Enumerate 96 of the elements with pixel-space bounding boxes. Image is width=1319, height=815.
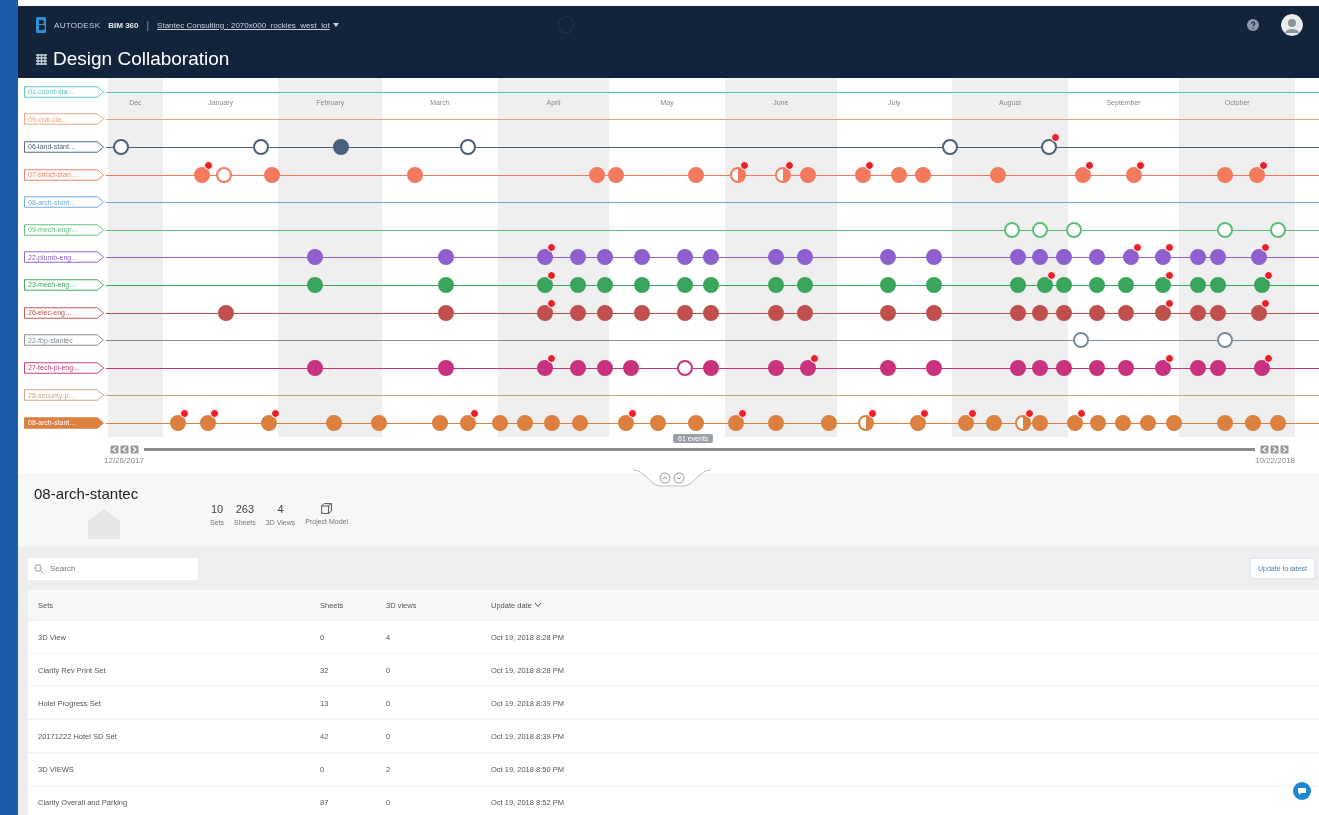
logo-icon — [36, 17, 46, 33]
range-slider-track[interactable] — [144, 448, 1255, 451]
event-dot[interactable] — [1073, 332, 1090, 349]
event-dot[interactable] — [1074, 166, 1091, 183]
event-dot[interactable] — [634, 304, 651, 321]
event-dot[interactable] — [676, 304, 693, 321]
event-dot[interactable] — [608, 166, 625, 183]
event-dot[interactable] — [676, 359, 693, 376]
event-dot[interactable] — [703, 249, 719, 266]
event-dot[interactable] — [1155, 359, 1172, 376]
event-dot[interactable] — [1125, 166, 1142, 183]
event-dot[interactable] — [1123, 249, 1140, 266]
separator: | — [146, 19, 150, 31]
end-date: 10/22/2018 — [1254, 456, 1295, 465]
event-dot[interactable] — [253, 139, 270, 155]
step-back-icon[interactable] — [119, 445, 129, 454]
event-dot[interactable] — [1155, 249, 1172, 266]
event-dot[interactable] — [217, 304, 234, 321]
event-dot[interactable] — [703, 276, 719, 293]
event-dot[interactable] — [438, 304, 455, 321]
event-dot[interactable] — [491, 414, 508, 431]
event-dot[interactable] — [199, 414, 216, 431]
event-dot[interactable] — [216, 166, 233, 183]
event-dot[interactable] — [703, 304, 719, 321]
step-forward-icon[interactable] — [1270, 445, 1280, 454]
event-dot[interactable] — [459, 414, 476, 431]
event-dot[interactable] — [915, 166, 932, 183]
event-dot[interactable] — [926, 276, 943, 293]
event-dot[interactable] — [617, 414, 634, 431]
event-dot[interactable] — [438, 359, 455, 376]
help-icon[interactable] — [1247, 19, 1259, 31]
event-dot[interactable] — [1066, 221, 1083, 238]
event-dot[interactable] — [263, 166, 280, 183]
event-dot[interactable] — [597, 249, 614, 266]
event-dot[interactable] — [676, 276, 693, 293]
event-dot[interactable] — [909, 414, 926, 431]
step-forward-icon[interactable] — [1280, 445, 1290, 454]
event-dot[interactable] — [941, 139, 958, 155]
event-dot[interactable] — [438, 249, 455, 266]
search-field[interactable]: Search — [28, 557, 198, 580]
event-dot[interactable] — [1118, 304, 1135, 321]
brand-name: AUTODESK — [54, 20, 101, 30]
event-dot[interactable] — [1088, 249, 1105, 266]
event-dot[interactable] — [926, 359, 943, 376]
event-dot[interactable] — [634, 249, 651, 266]
event-dot[interactable] — [1118, 276, 1135, 293]
caret-icon — [332, 23, 339, 27]
stat-value: 263 — [235, 503, 255, 515]
event-dot[interactable] — [1155, 276, 1172, 293]
event-dot[interactable] — [890, 166, 907, 183]
step-back-icon[interactable] — [109, 445, 119, 454]
event-dot[interactable] — [1165, 414, 1182, 431]
product-name: BIM 360 — [108, 20, 139, 30]
event-dot[interactable] — [687, 166, 704, 183]
event-dot[interactable] — [1155, 304, 1172, 321]
event-dot[interactable] — [170, 414, 187, 431]
event-dot[interactable] — [438, 276, 455, 293]
event-dot[interactable] — [634, 276, 651, 293]
event-dot[interactable] — [623, 359, 640, 376]
event-dot[interactable] — [879, 304, 896, 321]
event-dot[interactable] — [703, 359, 719, 376]
event-dot[interactable] — [879, 276, 896, 293]
event-dot[interactable] — [926, 249, 943, 266]
start-date: 12/26/2017 — [104, 456, 145, 465]
event-dot[interactable] — [1088, 276, 1105, 293]
event-dot[interactable] — [879, 249, 896, 266]
chat-icon[interactable] — [1293, 782, 1311, 800]
search-icon — [34, 563, 44, 574]
event-dot[interactable] — [432, 414, 449, 431]
event-dot[interactable] — [1114, 414, 1131, 431]
step-forward-icon[interactable] — [129, 445, 139, 454]
event-dot[interactable] — [649, 414, 666, 431]
event-dot[interactable] — [459, 139, 476, 155]
event-dot[interactable] — [879, 359, 896, 376]
cube-icon[interactable] — [321, 503, 333, 514]
event-dot[interactable] — [261, 414, 278, 431]
event-dot[interactable] — [926, 304, 943, 321]
page-title: Design Collaboration — [53, 48, 230, 70]
event-dot[interactable] — [407, 166, 424, 183]
event-dot[interactable] — [1089, 414, 1106, 431]
step-back-icon[interactable] — [1260, 445, 1270, 454]
event-dot[interactable] — [854, 166, 871, 183]
model-title: 08-arch-stantec — [34, 485, 140, 502]
avatar-icon[interactable] — [1281, 14, 1303, 36]
event-dot[interactable] — [193, 166, 210, 183]
stat-value: 4 — [277, 503, 284, 515]
event-dot[interactable] — [1088, 304, 1105, 321]
event-dot[interactable] — [676, 249, 693, 266]
menu-icon[interactable] — [36, 53, 47, 65]
event-dot[interactable] — [1139, 414, 1156, 431]
event-dot[interactable] — [687, 414, 704, 431]
caret-icon — [534, 603, 541, 607]
stat-value: 10 — [210, 503, 224, 515]
event-dot[interactable] — [1088, 359, 1105, 376]
event-dot[interactable] — [858, 414, 875, 431]
event-dot[interactable] — [1118, 359, 1135, 376]
